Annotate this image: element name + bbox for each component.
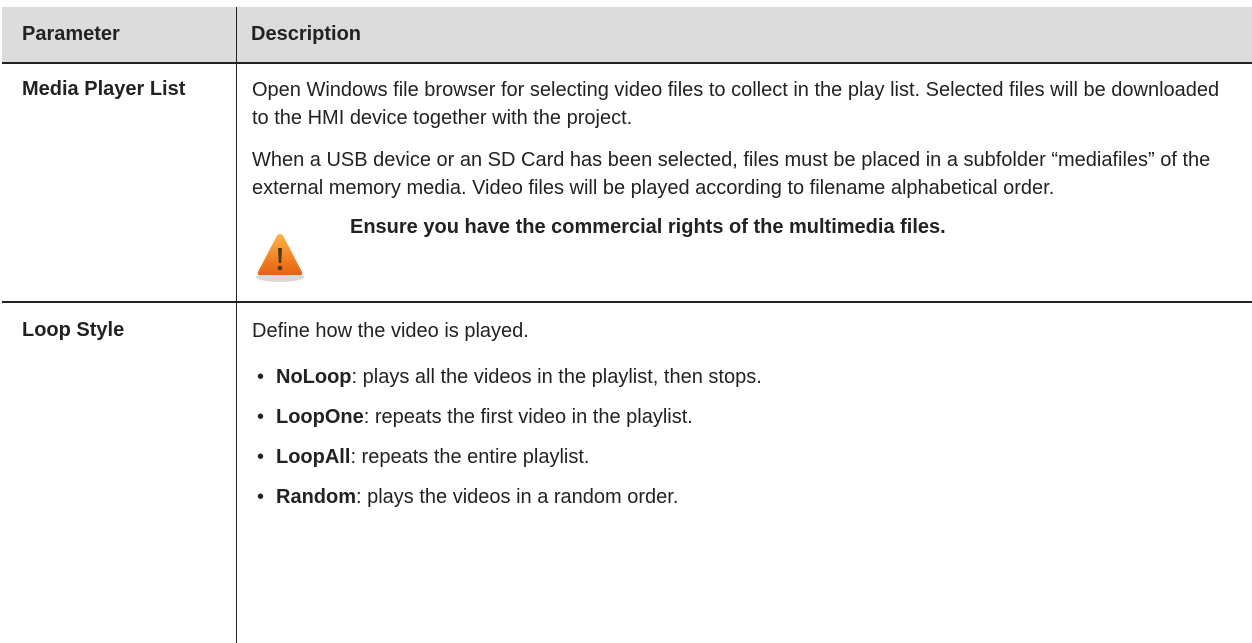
- warning-text: Ensure you have the commercial rights of…: [350, 216, 946, 238]
- option-text: : repeats the entire playlist.: [350, 446, 590, 468]
- parameter-cell: Media Player List: [2, 64, 237, 301]
- list-item: • NoLoop: plays all the videos in the pla…: [257, 366, 762, 388]
- loop-options-list: • NoLoop: plays all the videos in the pla…: [252, 363, 1222, 511]
- warning-icon: [256, 234, 304, 282]
- option-text: : plays the videos in a random order.: [356, 486, 679, 508]
- list-item: • Random: plays the videos in a random or…: [257, 486, 679, 508]
- table-header-row: Parameter Description: [2, 7, 1252, 64]
- table-row-media-player-list: Media Player List Open Windows file brow…: [2, 64, 1252, 303]
- description-paragraph: Open Windows file browser for selecting …: [252, 79, 1220, 129]
- description-cell: Define how the video is played. • NoLoop:…: [237, 303, 1252, 643]
- option-text: : repeats the first video in the playlis…: [363, 406, 693, 428]
- parameter-name: Loop Style: [22, 319, 125, 341]
- parameter-table: Parameter Description Media Player List …: [2, 7, 1252, 643]
- parameter-name: Media Player List: [22, 78, 186, 100]
- option-name: NoLoop: [276, 366, 352, 388]
- description-cell: Open Windows file browser for selecting …: [237, 64, 1252, 301]
- option-text: : plays all the videos in the playlist, …: [351, 366, 762, 388]
- table-row-loop-style: Loop Style Define how the video is playe…: [2, 303, 1252, 643]
- warning-note: Ensure you have the commercial rights of…: [252, 212, 1222, 284]
- option-name: Random: [276, 486, 356, 508]
- list-item: • LoopOne: repeats the first video in the…: [257, 406, 693, 428]
- option-name: LoopOne: [276, 406, 364, 428]
- header-description: Description: [251, 23, 362, 45]
- header-parameter: Parameter: [2, 7, 237, 62]
- option-name: LoopAll: [276, 446, 351, 468]
- description-paragraph: When a USB device or an SD Card has been…: [252, 149, 1211, 199]
- description-paragraph: Define how the video is played.: [252, 320, 529, 342]
- list-item: • LoopAll: repeats the entire playlist.: [257, 446, 590, 468]
- parameter-cell: Loop Style: [2, 303, 237, 643]
